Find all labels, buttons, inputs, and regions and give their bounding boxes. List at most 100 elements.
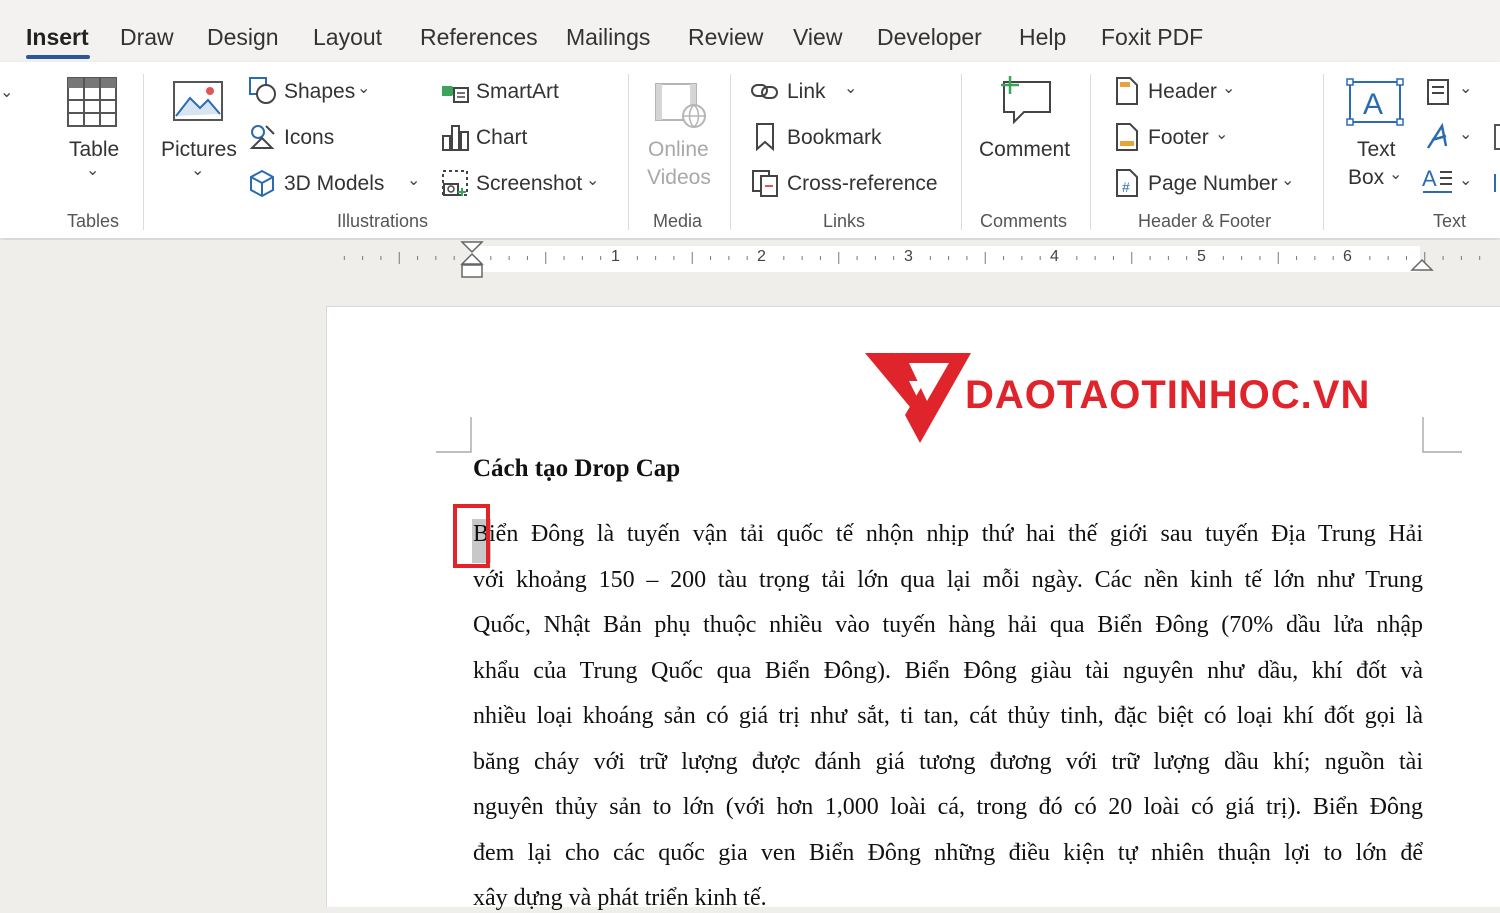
online-video-icon [655,83,706,128]
svg-text:#: # [1122,179,1130,195]
shapes-label: Shapes [284,80,356,103]
footer-icon [1116,123,1138,151]
cross-reference-label: Cross-reference [787,172,938,195]
group-label-text: Text [1433,211,1467,231]
chart-icon [442,125,469,151]
chevron-down-icon: ⌄ [1215,126,1229,143]
smartart-icon [442,86,469,103]
ruler-number: 1 [611,248,620,265]
chart-label: Chart [476,126,528,149]
videos-label: Videos [647,166,711,189]
margin-corner-mark [1422,417,1462,453]
paragraph-line[interactable]: Quốc, Nhật Bản phụ thuộc nhiều vào tuyến… [473,610,1423,640]
paragraph-line[interactable]: băng cháy với trữ lượng được đánh giá tư… [473,747,1423,777]
cube-icon [250,169,274,198]
ribbon-tab-bar: Insert Draw Design Layout References Mai… [0,0,1500,62]
group-separator [730,74,731,230]
tab-references[interactable]: References [420,24,538,51]
ruler-number: 6 [1343,248,1352,265]
paragraph-line[interactable]: Biển Đông là tuyến vận tải quốc tế nhộn … [473,519,1423,549]
group-separator [628,74,629,230]
chevron-down-icon[interactable]: ⌄ [0,82,13,102]
ruler-ticks [343,241,1481,278]
tab-review[interactable]: Review [688,24,763,51]
paragraph-line[interactable]: xây dựng và phát triển kinh tế. [473,883,1423,913]
left-indent-marker [461,264,483,278]
group-label-tables: Tables [67,211,120,231]
tab-layout[interactable]: Layout [313,24,382,51]
group-label-header-footer: Header & Footer [1138,211,1272,231]
ruler-number: 5 [1197,248,1206,265]
icons-icon [249,125,275,149]
document-page[interactable]: DAOTAOTINHOC.VN Cách tạo Drop Cap Biển Đ… [326,306,1500,911]
paragraph-line[interactable]: khẩu của Trung Quốc qua Biển Đông). Biển… [473,656,1423,686]
paragraph-line[interactable]: với khoảng 150 – 200 tàu trọng tải lớn q… [473,565,1423,595]
group-label-illustrations: Illustrations [337,211,429,231]
object-icon[interactable] [1494,124,1500,150]
group-separator [1090,74,1091,230]
tab-foxit-pdf[interactable]: Foxit PDF [1101,24,1203,51]
chevron-down-icon: ⌄ [1389,166,1403,183]
chevron-down-icon: ⌄ [1459,126,1473,143]
brand-logo-text: DAOTAOTINHOC.VN [965,373,1371,417]
screenshot-label: Screenshot [476,172,583,195]
smartart-label: SmartArt [476,80,559,103]
drop-cap-annotation-box [453,504,490,568]
screenshot-icon [442,170,468,196]
document-heading[interactable]: Cách tạo Drop Cap [473,455,680,483]
tab-design[interactable]: Design [207,24,279,51]
chevron-down-icon: ⌄ [1281,172,1295,189]
brand-logo-mark [865,353,971,443]
comment-icon [1001,76,1051,125]
tab-view[interactable]: View [793,24,842,51]
chevron-down-icon: ⌄ [844,80,858,97]
paragraph-line[interactable]: đem lại cho các quốc gia ven Biển Đông n… [473,838,1423,868]
paragraph-line[interactable]: nhiều loại khoáng sản có giá trị như sắt… [473,701,1423,731]
shapes-icon [249,77,276,104]
chevron-down-icon: ⌄ [1459,80,1473,97]
ribbon-insert: ⌄ Table ⌄ Tables Pictures ⌄ Shapes ⌄ Ico… [0,62,1500,238]
chevron-down-icon: ⌄ [586,172,600,189]
tab-mailings[interactable]: Mailings [566,24,650,51]
ruler-number: 3 [904,248,913,265]
horizontal-ruler[interactable]: 1 2 3 4 5 6 [0,240,1500,278]
group-separator [961,74,962,230]
table-label: Table [69,138,120,161]
header-label: Header [1148,80,1217,103]
ruler-number: 2 [757,248,766,265]
footer-label: Footer [1148,126,1209,149]
group-separator [143,74,144,230]
wordart-icon [1426,122,1448,149]
paragraph-line[interactable]: nguyên thủy sản to lớn (với hơn 1,000 lo… [473,792,1423,822]
margin-corner-mark [436,417,472,453]
tab-insert[interactable]: Insert [26,24,89,51]
tab-draw[interactable]: Draw [120,24,174,51]
pictures-label: Pictures [161,138,237,161]
tab-developer[interactable]: Developer [877,24,982,51]
text-box-label-line1: Text [1357,138,1396,161]
bookmark-label: Bookmark [787,126,882,149]
chevron-down-icon: ⌄ [86,162,100,179]
hanging-indent-marker [460,252,484,265]
chevron-down-icon: ⌄ [357,80,371,97]
svg-text:A: A [1422,166,1437,191]
icons-label: Icons [284,126,335,149]
active-tab-indicator [26,55,90,59]
group-label-comments: Comments [980,211,1068,231]
online-label: Online [648,138,709,161]
signature-line-icon[interactable] [1494,174,1500,192]
group-label-links: Links [823,211,866,231]
ruler-number: 4 [1050,248,1059,265]
link-icon [751,84,778,99]
page-number-icon: # [1116,169,1138,197]
tab-help[interactable]: Help [1019,24,1066,51]
table-icon [67,77,117,127]
text-box-label-line2: Box [1348,166,1385,189]
first-line-indent-marker [460,241,484,254]
group-separator [1323,74,1324,230]
bookmark-icon [756,123,774,152]
comment-label: Comment [979,138,1071,161]
svg-text:A: A [1363,88,1383,121]
cross-reference-icon [752,170,778,197]
page-number-label: Page Number [1148,172,1278,195]
